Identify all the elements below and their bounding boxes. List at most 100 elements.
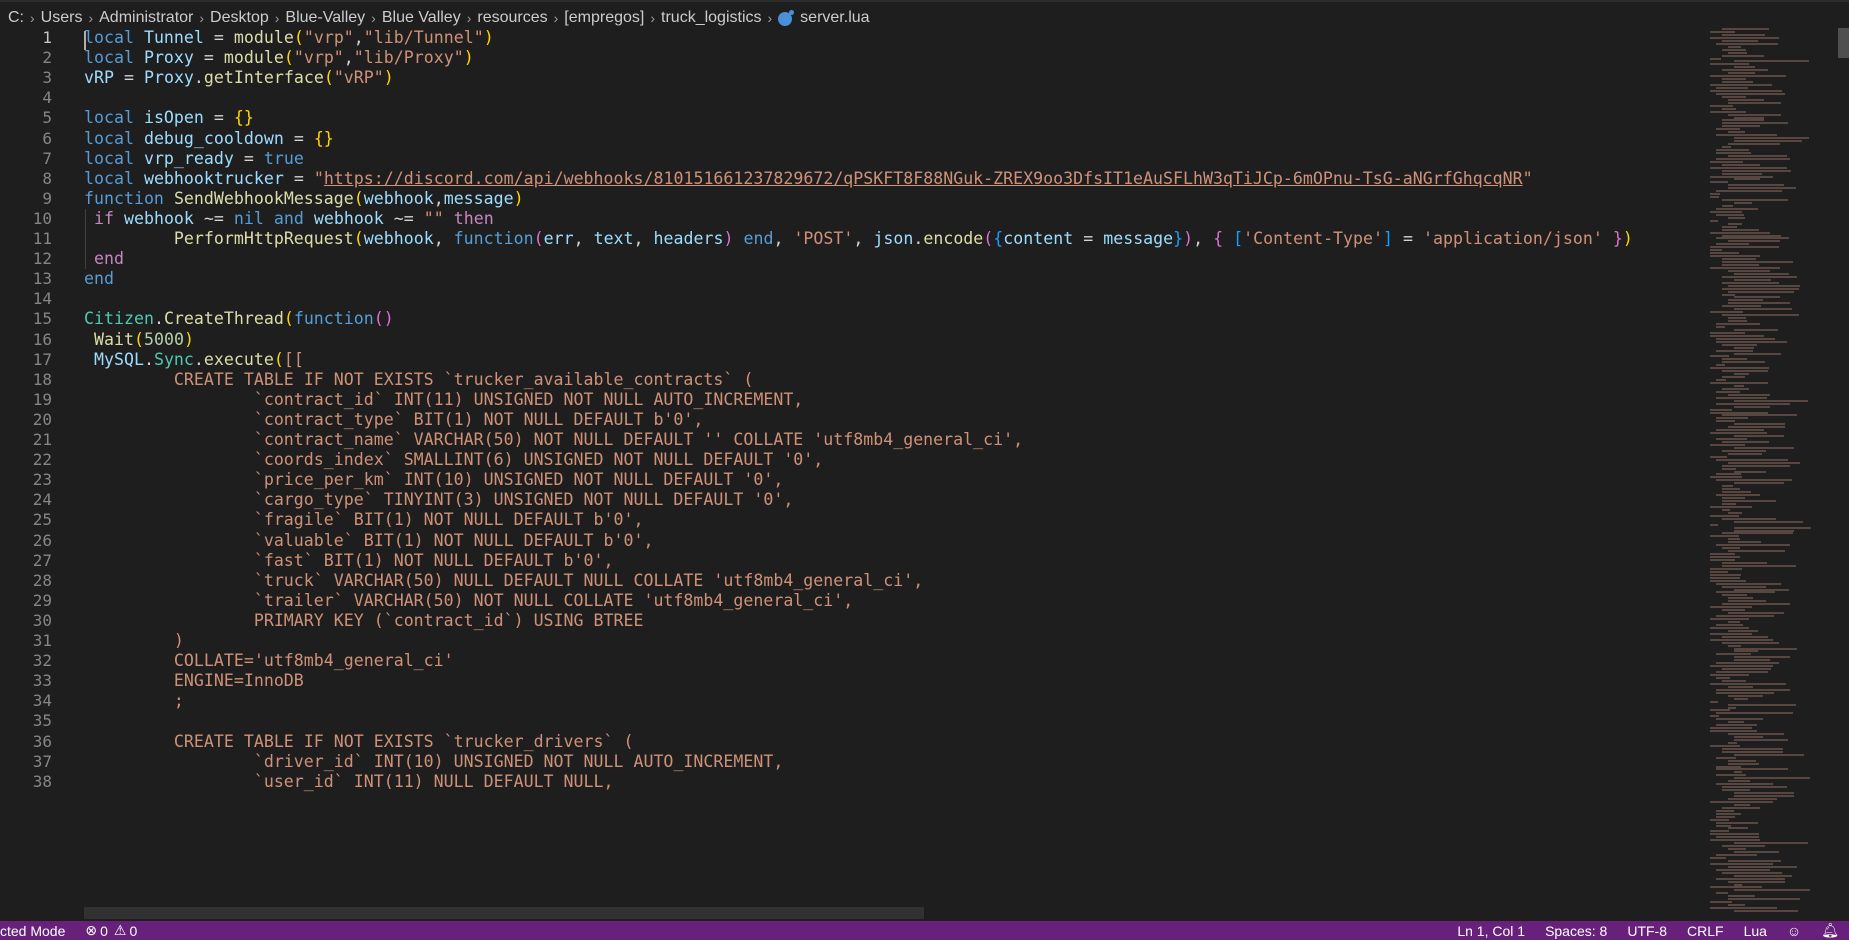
- code-token: `fast` BIT(1) NOT NULL DEFAULT b'0',: [84, 550, 614, 570]
- minimap[interactable]: [1710, 28, 1835, 921]
- code-line[interactable]: 10 if webhook ~= nil and webhook ~= "" t…: [0, 209, 1705, 229]
- code-token: `driver_id` INT(10) UNSIGNED NOT NULL AU…: [84, 751, 784, 771]
- code-line[interactable]: 12 end: [0, 249, 1705, 269]
- code-line[interactable]: 14: [0, 289, 1705, 309]
- indentation[interactable]: Spaces: 8: [1535, 923, 1617, 939]
- line-ending[interactable]: CRLF: [1677, 923, 1734, 939]
- code-line[interactable]: 19 `contract_id` INT(11) UNSIGNED NOT NU…: [0, 390, 1705, 410]
- code-token: execute: [203, 349, 274, 369]
- code-line[interactable]: 20 `contract_type` BIT(1) NOT NULL DEFAU…: [0, 410, 1705, 430]
- code-line[interactable]: 16 Wait(5000): [0, 330, 1705, 350]
- breadcrumb-item[interactable]: truck_logistics: [661, 9, 761, 27]
- code-line[interactable]: 22 `coords_index` SMALLINT(6) UNSIGNED N…: [0, 450, 1705, 470]
- code-token: message: [1103, 229, 1174, 248]
- code-token: ": [1522, 168, 1533, 188]
- code-line[interactable]: 15 Citizen.CreateThread(function(): [0, 309, 1705, 329]
- status-mode[interactable]: cted Mode: [0, 923, 75, 939]
- breadcrumb-item[interactable]: [empregos]: [564, 9, 644, 27]
- encoding[interactable]: UTF-8: [1617, 923, 1677, 939]
- code-line[interactable]: 35: [0, 711, 1705, 731]
- minimap-line: [1728, 694, 1763, 697]
- problems-indicator[interactable]: ⊗ 0 ⚠ 0: [75, 922, 147, 939]
- code-text: PerformHttpRequest(webhook, function(err…: [84, 229, 1633, 249]
- code-line[interactable]: 2 local Proxy = module("vrp","lib/Proxy"): [0, 48, 1705, 68]
- minimap-line: [1716, 379, 1726, 382]
- code-line[interactable]: 33 ENGINE=InnoDB: [0, 671, 1705, 691]
- code-line[interactable]: 27 `fast` BIT(1) NOT NULL DEFAULT b'0',: [0, 551, 1705, 571]
- minimap-line: [1716, 677, 1730, 679]
- code-text: ;: [84, 691, 184, 711]
- code-line[interactable]: 5 local isOpen = {}: [0, 108, 1705, 128]
- code-line[interactable]: 37 `driver_id` INT(10) UNSIGNED NOT NULL…: [0, 752, 1705, 772]
- code-line[interactable]: 29 `trailer` VARCHAR(50) NOT NULL COLLAT…: [0, 591, 1705, 611]
- code-text: `contract_id` INT(11) UNSIGNED NOT NULL …: [84, 390, 803, 410]
- horizontal-scrollbar[interactable]: [84, 907, 924, 919]
- minimap-line: [1710, 632, 1752, 635]
- code-line[interactable]: 31 ): [0, 631, 1705, 651]
- code-token: "vrp": [293, 48, 344, 68]
- feedback-icon[interactable]: ☺: [1777, 923, 1811, 939]
- breadcrumb-item[interactable]: resources: [477, 9, 547, 27]
- breadcrumb-item[interactable]: Desktop: [210, 9, 269, 27]
- minimap-line: [1716, 494, 1760, 497]
- code-line[interactable]: 26 `valuable` BIT(1) NOT NULL DEFAULT b'…: [0, 531, 1705, 551]
- minimap-line: [1728, 780, 1750, 783]
- code-line[interactable]: 18 CREATE TABLE IF NOT EXISTS `trucker_a…: [0, 370, 1705, 390]
- code-line[interactable]: 6 local debug_cooldown = {}: [0, 129, 1705, 149]
- code-line[interactable]: 32 COLLATE='utf8mb4_general_ci': [0, 651, 1705, 671]
- code-line[interactable]: 9 function SendWebhookMessage(webhook,mes…: [0, 189, 1705, 209]
- cursor-position[interactable]: Ln 1, Col 1: [1447, 923, 1535, 939]
- minimap-line: [1734, 771, 1742, 774]
- code-token: local: [84, 168, 134, 188]
- minimap-line: [1710, 559, 1735, 561]
- code-editor[interactable]: 1 local Tunnel = module("vrp","lib/Tunnel…: [0, 28, 1705, 921]
- code-text: `cargo_type` TINYINT(3) UNSIGNED NOT NUL…: [84, 490, 793, 510]
- code-token: {: [1213, 229, 1224, 248]
- code-line[interactable]: 11 PerformHttpRequest(webhook, function(…: [0, 229, 1705, 249]
- lua-file-icon: [778, 10, 795, 26]
- code-token: ): [383, 68, 394, 88]
- code-line[interactable]: 7 local vrp_ready = true: [0, 149, 1705, 169]
- code-line[interactable]: 3 vRP = Proxy.getInterface("vRP"): [0, 68, 1705, 88]
- code-line[interactable]: 23 `price_per_km` INT(10) UNSIGNED NOT N…: [0, 470, 1705, 490]
- minimap-line: [1710, 63, 1749, 66]
- minimap-line: [1722, 234, 1781, 237]
- code-line[interactable]: 21 `contract_name` VARCHAR(50) NOT NULL …: [0, 430, 1705, 450]
- code-line[interactable]: 30 PRIMARY KEY (`contract_id`) USING BTR…: [0, 611, 1705, 631]
- code-line[interactable]: 17 MySQL.Sync.execute([[: [0, 350, 1705, 370]
- minimap-line: [1728, 721, 1744, 724]
- breadcrumb-item[interactable]: Administrator: [99, 9, 193, 27]
- code-line[interactable]: 4: [0, 88, 1705, 108]
- language-mode[interactable]: Lua: [1734, 923, 1777, 939]
- code-line[interactable]: 28 `truck` VARCHAR(50) NULL DEFAULT NULL…: [0, 571, 1705, 591]
- breadcrumb-drive[interactable]: C:: [8, 9, 24, 27]
- code-line[interactable]: 25 `fragile` BIT(1) NOT NULL DEFAULT b'0…: [0, 510, 1705, 530]
- notifications-bell-icon[interactable]: 🔔︎: [1811, 922, 1849, 939]
- minimap-line: [1710, 901, 1732, 904]
- minimap-line: [1722, 48, 1746, 51]
- breadcrumb-file[interactable]: server.lua: [800, 9, 869, 27]
- breadcrumb-item[interactable]: Blue-Valley: [285, 9, 365, 27]
- chevron-right-icon: ›: [88, 10, 94, 26]
- minimap-line: [1716, 157, 1790, 160]
- breadcrumb-item[interactable]: Users: [41, 9, 83, 27]
- code-text: Wait(5000): [84, 330, 194, 350]
- code-line[interactable]: 8 local webhooktrucker = "https://discord…: [0, 169, 1705, 189]
- minimap-line: [1722, 786, 1787, 789]
- breadcrumb-item[interactable]: Blue Valley: [382, 9, 461, 27]
- code-token[interactable]: https://discord.com/api/webhooks/8101516…: [324, 169, 1523, 188]
- minimap-line: [1728, 550, 1785, 553]
- vertical-scrollbar-thumb[interactable]: [1838, 28, 1849, 58]
- code-token: PerformHttpRequest: [173, 229, 354, 248]
- code-line[interactable]: 1 local Tunnel = module("vrp","lib/Tunnel…: [0, 28, 1705, 50]
- code-line[interactable]: 34 ;: [0, 691, 1705, 711]
- minimap-line: [1722, 122, 1788, 125]
- minimap-line: [1710, 665, 1773, 668]
- code-token: COLLATE='utf8mb4_general_ci': [84, 651, 454, 671]
- minimap-line: [1728, 131, 1745, 134]
- code-line[interactable]: 13 end: [0, 269, 1705, 289]
- code-line[interactable]: 24 `cargo_type` TINYINT(3) UNSIGNED NOT …: [0, 490, 1705, 510]
- code-line[interactable]: 36 CREATE TABLE IF NOT EXISTS `trucker_d…: [0, 732, 1705, 752]
- code-line[interactable]: 38 `user_id` INT(11) NULL DEFAULT NULL,: [0, 772, 1705, 792]
